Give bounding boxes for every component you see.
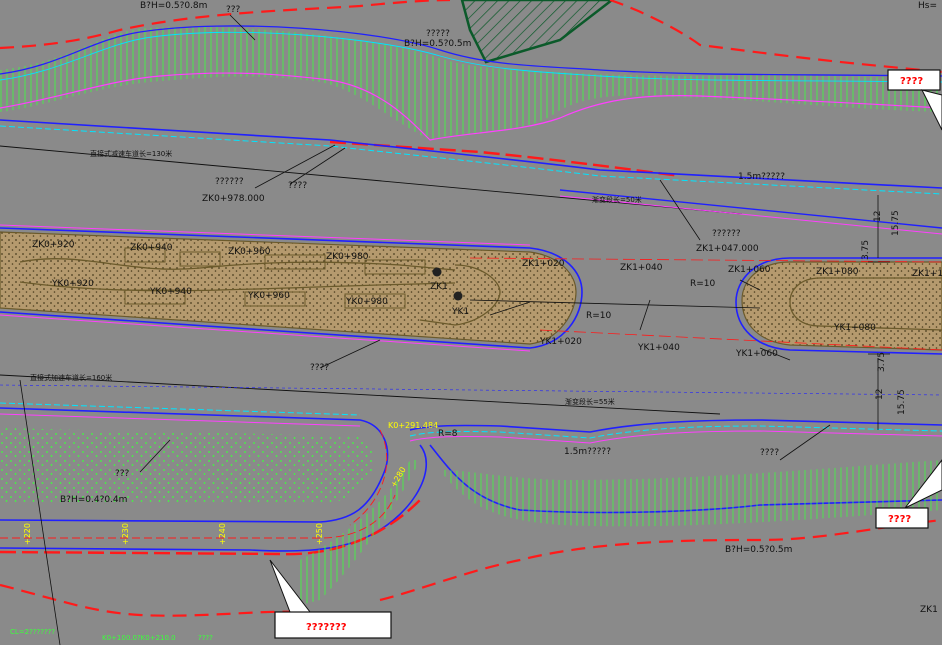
label-k0-100: K0+100.0?K0+210.0 [102,634,176,642]
label-zk1-020: ZK1+020 [522,259,565,269]
label-m15-top: 1.5m????? [738,172,785,182]
label-zk1-br: ZK1 [920,605,938,615]
label-yk0-920: YK0+920 [51,279,94,289]
label-zk1-060: ZK1+060 [728,265,771,275]
label-accel-160: 直接式加速车道长=160米 [30,373,112,382]
label-dim-1575a: 15.75 [891,210,901,236]
label-st-230: +230 [121,523,130,545]
label-q4c: ???? [760,448,779,458]
label-top-bh: B?H=0.5?0.8m [140,1,207,11]
label-zk0-940: ZK0+940 [130,243,173,253]
label-st-250: +250 [315,523,324,545]
label-dim-12a: 12 [873,211,883,222]
upper-carriageway [0,119,942,235]
label-q6: ?????? [215,177,244,187]
label-yk0-960: YK0+960 [247,291,290,301]
lower-carriageway [0,402,942,605]
label-k0-291: K0+291.484 [388,421,438,430]
label-zk0-978: ZK0+978.000 [202,194,265,204]
label-yk1-060: YK1+060 [735,349,778,359]
red-boundary-bottom [0,518,942,617]
label-zk0-960: ZK0+960 [228,247,271,257]
callout-bottom-right-label: ???? [888,514,911,525]
label-hs: Hs= [918,1,937,11]
label-r10b: R=10 [690,279,716,289]
label-top-bh2: B?H=0.5?0.5m [404,39,471,49]
label-q3: ??? [115,469,130,479]
label-zk0-980: ZK0+980 [326,252,369,262]
label-len-55: 渐变段长=55米 [565,397,615,406]
label-st-220: +220 [23,523,32,545]
label-q4a: ???? [288,181,307,191]
label-r10a: R=10 [586,311,612,321]
label-decel-130: 直接式减速车道长=130米 [90,149,172,158]
label-q4b: ???? [310,363,329,373]
label-top-q2: ????? [426,29,450,39]
label-yk0-940: YK0+940 [149,287,192,297]
label-dim-375a: 3.75 [861,240,871,260]
label-dim-1575b: 15.75 [897,389,907,415]
cad-drawing-canvas[interactable]: ???? ???? ??????? B?H=0.5?0.8m ??? ?????… [0,0,942,645]
label-bh-bottom: B?H=0.5?0.5m [725,545,792,555]
label-zk1: ZK1 [430,282,448,292]
label-q6b: ?????? [712,229,741,239]
label-m15-bot: 1.5m????? [564,447,611,457]
label-zk1-040: ZK1+040 [620,263,663,273]
label-st-240: +240 [218,523,227,545]
label-yk1: YK1 [451,307,469,317]
label-cl: CL=2??????? [10,628,55,636]
label-yk1-080: YK1+080 [833,323,876,333]
green-labels: K0+100.0?K0+210.0 ???? CL=2??????? [10,628,213,642]
label-yk1-020: YK1+020 [539,337,582,347]
label-r8: R=8 [438,429,458,439]
label-len-50: 渐变段长=50米 [592,195,642,204]
label-dim-375b: 3.75 [877,352,887,372]
vegetation-hatch-region [460,0,615,64]
label-top-q1: ??? [226,5,241,15]
label-zk1-047: ZK1+047.000 [696,244,759,254]
label-zk0-920: ZK0+920 [32,240,75,250]
label-dim-12b: 12 [875,389,885,400]
label-q4d: ???? [198,634,213,642]
label-yk0-980: YK0+980 [345,297,388,307]
label-zk1-080: ZK1+080 [816,267,859,277]
label-bh-0470: B?H=0.4?0.4m [60,495,127,505]
callout-top-right-label: ???? [900,76,923,87]
label-yk1-040: YK1+040 [637,343,680,353]
callout-bottom-center-label: ??????? [306,622,347,633]
label-zk1-10x: ZK1+10 [912,269,942,279]
